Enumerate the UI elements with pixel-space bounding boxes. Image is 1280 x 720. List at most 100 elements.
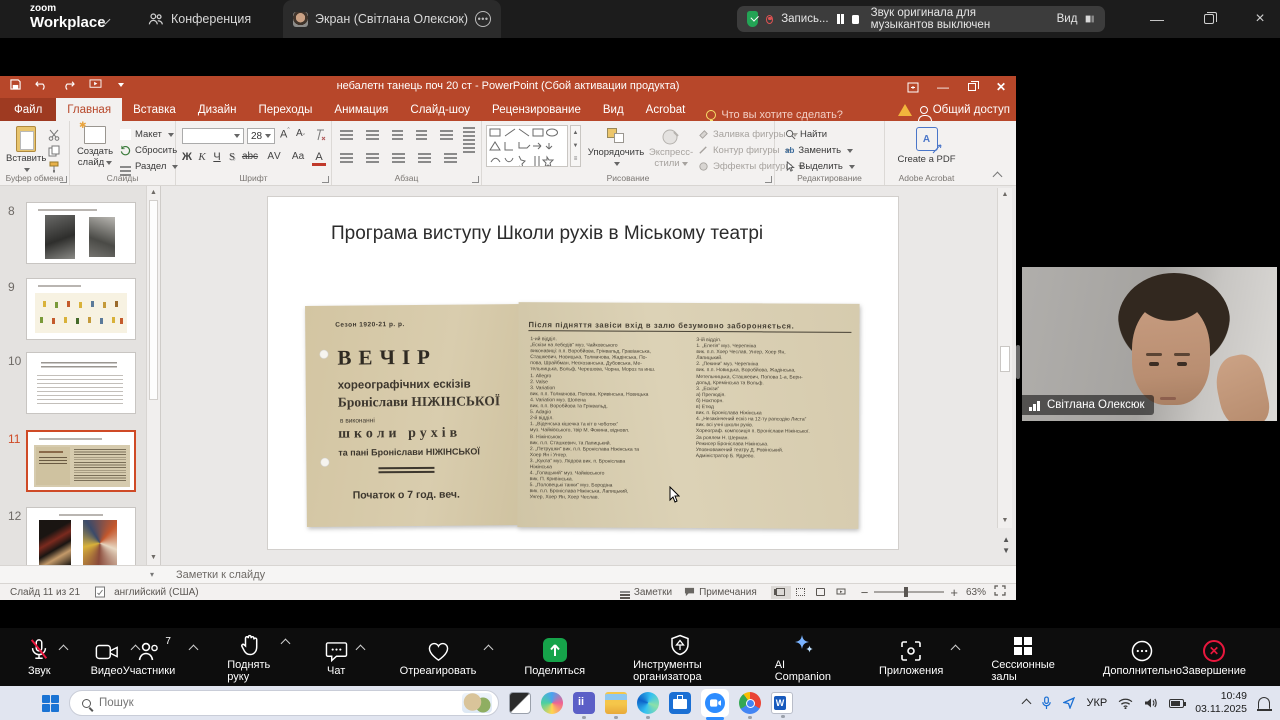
align-center-icon[interactable] (366, 153, 379, 155)
slide-title[interactable]: Програма виступу Школи рухів в Міському … (331, 223, 763, 245)
increase-indent-icon[interactable] (416, 130, 427, 132)
battery-icon[interactable] (1169, 699, 1184, 708)
clear-formatting-icon[interactable] (314, 129, 326, 141)
tab-animations[interactable]: Анимация (323, 98, 399, 121)
numbering-icon[interactable] (366, 130, 379, 132)
tab-meeting[interactable]: Конференция (148, 0, 251, 38)
reading-view-button[interactable] (811, 586, 831, 599)
edge-icon[interactable] (637, 692, 659, 714)
thumbnail-scrollbar[interactable]: ▲ ▼ (146, 186, 160, 565)
tab-home[interactable]: Главная (56, 98, 122, 121)
raise-hand-chevron-icon[interactable] (280, 638, 290, 648)
share-screen-button[interactable]: Поделиться (524, 638, 585, 677)
find-button[interactable]: Найти (785, 129, 827, 140)
text-direction-icon[interactable] (463, 127, 475, 129)
slide-thumbnail-9[interactable] (26, 278, 136, 340)
tab-transitions[interactable]: Переходы (247, 98, 323, 121)
file-explorer-icon[interactable] (605, 692, 627, 714)
word-icon[interactable]: W (771, 692, 793, 714)
comments-toggle[interactable]: Примечания (684, 587, 757, 598)
zoom-app-icon-active[interactable] (701, 689, 729, 717)
chat-chevron-icon[interactable] (355, 644, 365, 654)
video-button[interactable]: Видео (91, 638, 123, 677)
slide-thumbnail-10[interactable] (26, 352, 136, 414)
paragraph-dialog-launcher-icon[interactable] (472, 176, 479, 183)
zoom-percentage[interactable]: 63% (966, 587, 986, 598)
spellcheck-icon[interactable] (94, 586, 106, 598)
section-button[interactable]: Раздел (120, 161, 178, 172)
columns-icon[interactable] (444, 153, 457, 155)
previous-next-slide-buttons[interactable]: ▲▼ (1002, 534, 1010, 556)
new-slide-button[interactable]: Создать слайд (74, 126, 116, 169)
slideshow-view-button[interactable] (831, 586, 851, 599)
format-painter-icon[interactable] (48, 161, 60, 173)
grow-font-button[interactable]: Аˆ (280, 128, 290, 141)
apps-chevron-icon[interactable] (951, 644, 961, 654)
slide-scrollbar[interactable]: ▲ ▼ (997, 188, 1012, 528)
search-input[interactable] (99, 697, 409, 709)
teams-icon[interactable]: ii (573, 692, 595, 714)
slide-thumbnail-11-selected[interactable] (26, 430, 136, 492)
tab-shared-screen[interactable]: Экран (Світлана Олексюк) ••• (283, 0, 501, 38)
slide-sorter-view-button[interactable] (791, 586, 811, 599)
tab-view[interactable]: Вид (592, 98, 635, 121)
microsoft-store-icon[interactable] (669, 692, 691, 714)
tab-review[interactable]: Рецензирование (481, 98, 592, 121)
arrange-button[interactable]: Упорядочить (586, 128, 646, 170)
replace-button[interactable]: abЗаменить (785, 145, 853, 156)
participant-video[interactable]: Світлана Олексюк (1022, 267, 1277, 421)
tray-location-icon[interactable] (1063, 697, 1075, 709)
more-button[interactable]: Дополнительно (1103, 638, 1182, 677)
host-tools-button[interactable]: Инструменты организатора (633, 632, 727, 683)
font-color-button[interactable]: А (312, 151, 326, 166)
decrease-indent-icon[interactable] (392, 130, 403, 132)
window-close-button[interactable]: × (1243, 0, 1277, 38)
align-text-icon[interactable] (463, 135, 475, 137)
ribbon-display-options-icon[interactable] (898, 76, 928, 98)
tab-insert[interactable]: Вставка (122, 98, 187, 121)
notes-pane[interactable]: ▾ Заметки к слайду (0, 565, 1016, 583)
copy-icon[interactable] (48, 145, 60, 157)
tab-slideshow[interactable]: Слайд-шоу (399, 98, 481, 121)
chrome-icon[interactable] (739, 692, 761, 714)
react-button[interactable]: Отреагировать (400, 638, 477, 677)
volume-icon[interactable] (1144, 697, 1158, 709)
react-chevron-icon[interactable] (484, 644, 494, 654)
ppt-restore-button[interactable] (957, 76, 987, 98)
copilot-icon[interactable] (541, 692, 563, 714)
wifi-icon[interactable] (1118, 698, 1133, 709)
font-name-combo[interactable] (182, 128, 244, 144)
shared-screen-scrollbar[interactable] (1016, 345, 1020, 379)
line-spacing-icon[interactable] (440, 130, 453, 132)
notifications-bell-icon[interactable] (1258, 697, 1270, 709)
end-meeting-button[interactable]: ✕ Завершение (1182, 638, 1246, 677)
zoom-slider[interactable] (874, 591, 944, 593)
apps-button[interactable]: Приложения (879, 638, 943, 677)
audio-options-chevron-icon[interactable] (58, 644, 68, 654)
window-restore-button[interactable] (1192, 0, 1226, 38)
font-size-combo[interactable]: 28 (247, 128, 275, 144)
tab-options-icon[interactable]: ••• (475, 11, 491, 27)
slide-thumbnail-12[interactable] (26, 507, 136, 565)
notes-toggle[interactable]: Заметки (620, 587, 672, 598)
participants-chevron-icon[interactable] (189, 644, 199, 654)
start-button[interactable] (42, 695, 59, 712)
create-pdf-button[interactable]: A Create a PDF (885, 127, 968, 166)
underline-button[interactable]: Ч (210, 151, 224, 163)
reset-button[interactable]: Сбросить (120, 145, 177, 156)
bold-button[interactable]: Ж (180, 151, 194, 163)
tab-acrobat[interactable]: Acrobat (635, 98, 697, 121)
ppt-close-button[interactable]: ✕ (986, 76, 1016, 98)
zoom-out-button[interactable]: − (861, 585, 869, 600)
zoom-in-button[interactable]: + (950, 585, 958, 600)
pause-recording-icon[interactable] (837, 14, 844, 24)
quick-styles-button[interactable]: Экспресс-стили (648, 128, 694, 170)
participants-button[interactable]: 7 Участники (123, 638, 176, 677)
view-menu[interactable]: Вид (1057, 13, 1078, 25)
drawing-dialog-launcher-icon[interactable] (765, 176, 772, 183)
ai-companion-button[interactable]: AI Companion (775, 632, 831, 683)
ppt-minimize-button[interactable]: — (928, 76, 958, 98)
shapes-scroll[interactable]: ▲▼≡ (570, 125, 581, 167)
text-shadow-button[interactable]: S (225, 151, 239, 163)
activation-warning-icon[interactable] (898, 104, 912, 116)
